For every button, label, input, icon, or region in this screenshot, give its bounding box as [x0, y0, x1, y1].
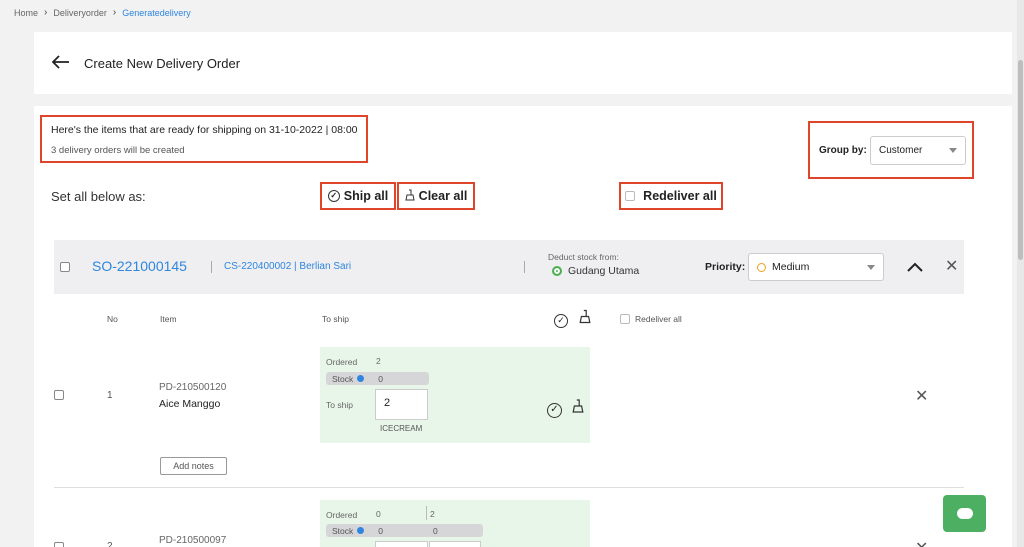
- sales-order-number[interactable]: SO-221000145: [92, 258, 187, 274]
- page-title: Create New Delivery Order: [84, 56, 241, 71]
- breadcrumb-generatedelivery: Generatedelivery: [122, 7, 191, 18]
- ready-text: Here's the items that are ready for ship…: [51, 124, 358, 136]
- group-by-label: Group by:: [819, 145, 867, 156]
- scrollbar-thumb[interactable]: [1018, 60, 1023, 260]
- ordered-value: 0: [376, 509, 381, 519]
- chevron-right-icon: ›: [112, 7, 117, 18]
- close-icon[interactable]: ✕: [945, 256, 958, 276]
- back-arrow-icon[interactable]: [51, 55, 70, 74]
- warehouse-name: Gudang Utama: [568, 265, 640, 277]
- customer-link[interactable]: CS-220400002 | Berlian Sari: [224, 261, 351, 272]
- to-ship-input[interactable]: [429, 541, 481, 547]
- stock-value-2: 0: [433, 525, 438, 536]
- broom-icon[interactable]: [579, 309, 591, 329]
- clear-all-label: Clear all: [418, 189, 468, 203]
- chevron-right-icon: ›: [44, 7, 48, 18]
- stock-value: 0: [378, 373, 383, 384]
- row-divider: [54, 487, 964, 488]
- group-by-select[interactable]: Customer: [870, 136, 966, 165]
- check-circle-icon[interactable]: ✓: [547, 399, 562, 418]
- ship-all-label: Ship all: [343, 189, 389, 203]
- stock-status-dot-icon: [357, 527, 365, 534]
- check-circle-icon[interactable]: ✓: [554, 310, 568, 328]
- divider: [426, 506, 427, 520]
- stock-status-dot-icon: [357, 375, 365, 382]
- chevron-up-icon[interactable]: [907, 259, 923, 275]
- ordered-label: Ordered: [326, 510, 358, 520]
- stock-bar: Stock 0: [326, 372, 429, 385]
- col-to-ship: To ship: [322, 314, 349, 324]
- divider: [524, 261, 525, 273]
- ordered-label: Ordered: [326, 357, 358, 367]
- col-no: No: [107, 314, 118, 324]
- redeliver-all-button[interactable]: Redeliver all: [619, 182, 723, 210]
- caret-down-icon: [867, 265, 875, 270]
- to-ship-input[interactable]: 2: [375, 389, 428, 420]
- stock-bar: Stock 0 0: [326, 524, 483, 537]
- ship-all-button[interactable]: ✓ Ship all: [320, 182, 396, 210]
- group-by-value: Customer: [879, 145, 923, 156]
- redeliver-all-checkbox[interactable]: [620, 314, 630, 324]
- sales-order-checkbox[interactable]: [60, 262, 70, 272]
- warehouse: Gudang Utama: [552, 265, 639, 277]
- redeliver-all-checkbox[interactable]: [625, 191, 636, 201]
- priority-dot-icon: [757, 262, 766, 272]
- set-all-label: Set all below as:: [51, 189, 146, 204]
- redeliver-all-label: Redeliver all: [643, 189, 717, 203]
- breadcrumb-home[interactable]: Home: [14, 8, 38, 18]
- item-code: PD-210500097: [159, 535, 227, 546]
- add-notes-button[interactable]: Add notes: [160, 457, 227, 475]
- item-name: Aice Manggo: [159, 398, 221, 410]
- divider: [211, 261, 212, 273]
- clear-all-button[interactable]: Clear all: [397, 182, 475, 210]
- check-circle-icon: ✓: [327, 190, 340, 202]
- stock-label: Stock: [332, 373, 354, 384]
- location-pin-icon: [552, 266, 562, 276]
- count-text: 3 delivery orders will be created: [51, 145, 185, 156]
- stock-label: Stock: [332, 525, 354, 536]
- col-item: Item: [160, 314, 177, 324]
- item-code: PD-210500120: [159, 382, 227, 393]
- ship-panel: [320, 347, 590, 443]
- row-number: 2: [107, 541, 113, 547]
- remove-row-icon[interactable]: ✕: [915, 386, 928, 406]
- row-checkbox[interactable]: [54, 390, 64, 400]
- chat-icon: [956, 508, 973, 519]
- caret-down-icon: [949, 148, 957, 153]
- row-checkbox[interactable]: [54, 542, 64, 547]
- stock-value: 0: [378, 525, 383, 536]
- remove-row-icon[interactable]: ✕: [915, 538, 928, 547]
- priority-label: Priority:: [705, 261, 746, 273]
- ordered-value: 2: [376, 356, 381, 366]
- to-ship-label: To ship: [326, 400, 353, 410]
- breadcrumb-deliveryorder[interactable]: Deliveryorder: [53, 8, 107, 18]
- priority-value: Medium: [772, 261, 810, 273]
- chat-button[interactable]: [943, 495, 986, 532]
- col-redeliver-all: Redeliver all: [635, 314, 682, 324]
- priority-select[interactable]: Medium: [748, 253, 884, 281]
- unit-label: ICECREAM: [380, 424, 423, 433]
- breadcrumb: Home › Deliveryorder › Generatedelivery: [14, 7, 191, 18]
- broom-icon: [405, 189, 415, 204]
- deduct-stock-label: Deduct stock from:: [548, 252, 619, 262]
- row-number: 1: [107, 390, 113, 401]
- ordered-value-2: 2: [430, 509, 435, 519]
- to-ship-input[interactable]: [375, 541, 428, 547]
- broom-icon[interactable]: [572, 398, 584, 419]
